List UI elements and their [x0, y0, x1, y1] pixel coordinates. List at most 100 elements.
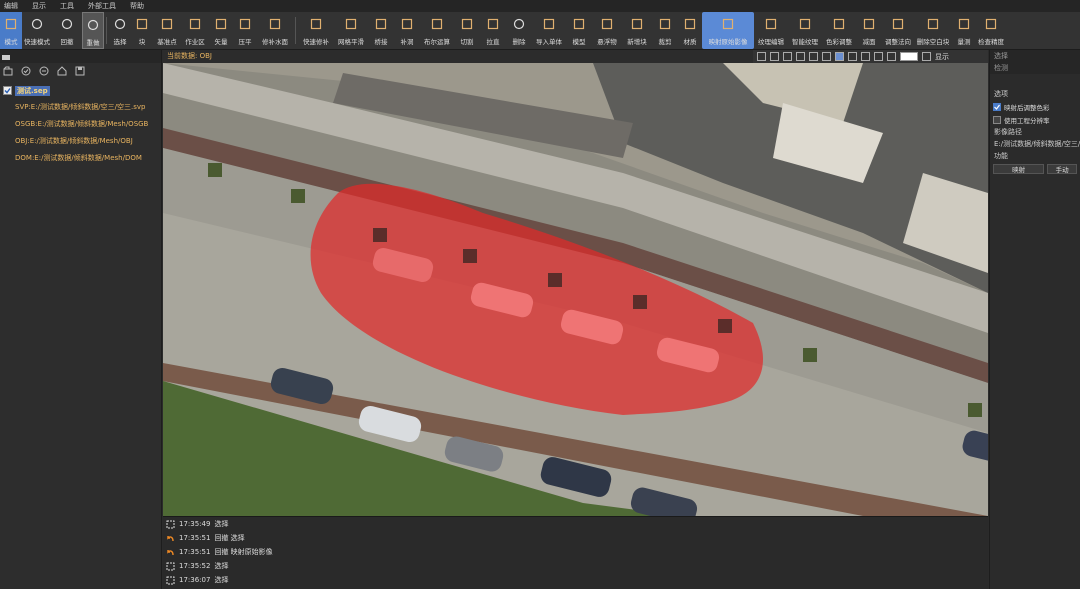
tool-fast-mode[interactable]: 快速模式	[22, 12, 52, 49]
tool-dim-label: 减面	[862, 38, 876, 46]
tool-work-area[interactable]: 作业区	[181, 12, 209, 49]
menu-edit[interactable]: 编辑	[4, 1, 18, 11]
tool-redo-label: 重做	[86, 39, 100, 47]
tool-vector[interactable]: 矢量	[209, 12, 233, 49]
option-adjust-color-checkbox[interactable]	[993, 102, 1001, 111]
panel-header-detect[interactable]: 检测	[990, 62, 1080, 74]
view-color-icon[interactable]	[922, 52, 931, 61]
view-front-icon[interactable]	[757, 52, 766, 61]
new-block-icon	[630, 17, 644, 31]
view-square-icon[interactable]	[848, 52, 857, 61]
water-icon	[268, 17, 282, 31]
tool-select[interactable]: 选择	[109, 12, 131, 49]
smooth-icon	[344, 17, 358, 31]
tool-mesh-smooth[interactable]: 网格平滑	[334, 12, 368, 49]
view-sphere-icon[interactable]	[874, 52, 883, 61]
view-cube-icon[interactable]	[796, 52, 805, 61]
tool-check-precision[interactable]: 检查精度	[976, 12, 1006, 49]
log-text: 选择	[214, 576, 229, 584]
base-point-icon	[160, 17, 174, 31]
image-path-value[interactable]: E:/测试数据/倾斜数据/空三/空三.svp	[990, 138, 1080, 150]
tool-adjust-normal[interactable]: 调整法向	[882, 12, 914, 49]
tool-block-label: 块	[138, 38, 146, 46]
cursor-icon	[113, 17, 127, 31]
save-icon[interactable]	[74, 66, 85, 77]
precision-icon	[984, 17, 998, 31]
tree-item-dom[interactable]: DOM:E:/测试数据/倾斜数据/Mesh/DOM	[3, 149, 161, 166]
project-tree: 测试.sep SVP:E:/测试数据/倾斜数据/空三/空三.svp OSGB:E…	[0, 83, 161, 166]
tool-measure[interactable]: 量测	[952, 12, 976, 49]
tool-mode[interactable]: 模式	[0, 12, 22, 49]
tool-new-block[interactable]: 新增块	[622, 12, 652, 49]
uncheck-all-icon[interactable]	[38, 66, 49, 77]
tool-patch[interactable]: 补洞	[394, 12, 420, 49]
tool-texture-edit-label: 纹理编辑	[758, 38, 784, 46]
tool-boolean[interactable]: 布尔运算	[420, 12, 454, 49]
menu-help[interactable]: 帮助	[130, 1, 144, 11]
tool-map-original[interactable]: 映射原始影像	[702, 12, 754, 49]
tool-del-blank[interactable]: 删除空白块	[914, 12, 952, 49]
pen-icon	[460, 17, 474, 31]
log-text: 回撤 映射原始影像	[214, 548, 273, 556]
view-check-icon[interactable]	[822, 52, 831, 61]
check-all-icon[interactable]	[20, 66, 31, 77]
tool-select-label: 选择	[113, 38, 127, 46]
tool-del-blank-label: 删除空白块	[916, 38, 950, 46]
menu-tools[interactable]: 工具	[60, 1, 74, 11]
log-time: 17:35:51	[179, 548, 211, 556]
option-project-resolution[interactable]: 使用工程分辨率	[990, 113, 1080, 126]
view-grid-icon[interactable]	[809, 52, 818, 61]
select-icon	[166, 576, 175, 585]
tool-texture-edit[interactable]: 纹理编辑	[754, 12, 788, 49]
crop-icon	[658, 17, 672, 31]
view-polygon-icon[interactable]	[770, 52, 779, 61]
tool-bridge[interactable]: 桥接	[368, 12, 394, 49]
tool-cut-line[interactable]: 切割	[454, 12, 480, 49]
view-box-icon[interactable]	[783, 52, 792, 61]
tool-dim[interactable]: 减面	[856, 12, 882, 49]
manual-button[interactable]: 手动	[1047, 164, 1077, 174]
tool-base-plane[interactable]: 基准点	[153, 12, 181, 49]
tool-smart-texture[interactable]: 智能纹理	[788, 12, 822, 49]
tree-item-obj[interactable]: OBJ:E:/测试数据/倾斜数据/Mesh/OBJ	[3, 132, 161, 149]
menu-display[interactable]: 显示	[32, 1, 46, 11]
option-adjust-color[interactable]: 映射后调整色彩	[990, 100, 1080, 113]
tree-item-osgb[interactable]: OSGB:E:/测试数据/倾斜数据/Mesh/OSGB	[3, 115, 161, 132]
display-dropdown[interactable]: 显示	[935, 52, 949, 62]
tool-stretch[interactable]: 拉直	[480, 12, 506, 49]
lightning-icon	[30, 17, 44, 31]
tool-color-adjust[interactable]: 色彩调整	[822, 12, 856, 49]
tool-patch-label: 补洞	[400, 38, 414, 46]
tool-water-fill[interactable]: 修补水面	[257, 12, 293, 49]
map-button[interactable]: 映射	[993, 164, 1045, 174]
tool-flatten[interactable]: 压平	[233, 12, 257, 49]
tree-root[interactable]: 测试.sep	[3, 83, 161, 98]
tool-measure-label: 量测	[957, 38, 971, 46]
tool-material[interactable]: 材质	[678, 12, 702, 49]
3d-viewport[interactable]: 当前数据: OBJ 显示	[163, 50, 988, 516]
tool-model[interactable]: 模型	[566, 12, 592, 49]
view-search-icon[interactable]	[835, 52, 844, 61]
trash-icon	[512, 17, 526, 31]
log-entry: 17:36:07 选择	[163, 573, 988, 587]
operation-log: 17:35:49 选择 17:35:51 回撤 选择 17:35:51 回撤 映射原始影像…	[163, 516, 988, 589]
option-project-resolution-checkbox[interactable]	[993, 115, 1001, 124]
view-light-icon[interactable]	[887, 52, 896, 61]
tool-float[interactable]: 悬浮物	[592, 12, 622, 49]
tool-block[interactable]: 块	[131, 12, 153, 49]
view-value-input[interactable]	[900, 52, 918, 61]
tree-item-svp[interactable]: SVP:E:/测试数据/倾斜数据/空三/空三.svp	[3, 98, 161, 115]
tree-root-checkbox[interactable]	[3, 86, 12, 95]
open-icon[interactable]	[2, 66, 13, 77]
panel-header-select[interactable]: 选择	[990, 50, 1080, 62]
tool-import-single[interactable]: 导入单体	[532, 12, 566, 49]
menu-external-tools[interactable]: 外部工具	[88, 1, 116, 11]
tool-delete[interactable]: 删除	[506, 12, 532, 49]
tool-redo[interactable]: 重做	[82, 12, 104, 49]
tool-crop[interactable]: 裁剪	[652, 12, 678, 49]
view-cone-icon[interactable]	[861, 52, 870, 61]
home-icon[interactable]	[56, 66, 67, 77]
tool-undo[interactable]: 回撤	[52, 12, 82, 49]
tool-fast-mode-label: 快速模式	[24, 38, 50, 46]
tool-fast-fill[interactable]: 快速修补	[298, 12, 334, 49]
